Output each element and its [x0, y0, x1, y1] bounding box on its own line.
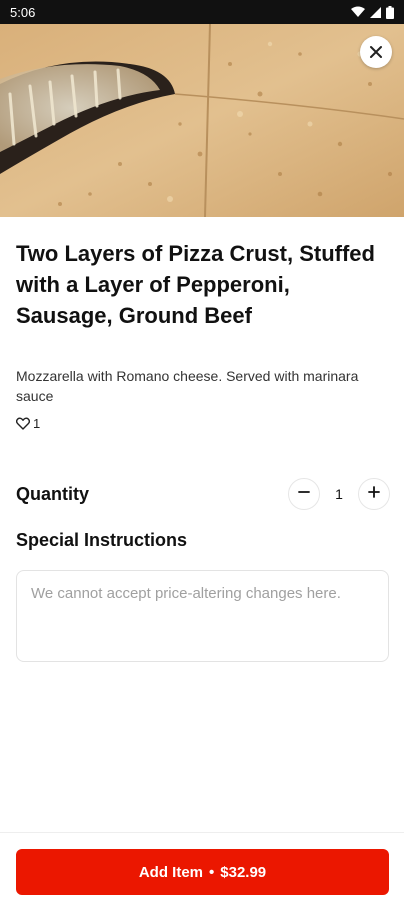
- battery-icon: [386, 5, 394, 19]
- close-icon: [369, 45, 383, 59]
- increment-button[interactable]: [358, 478, 390, 510]
- add-item-separator: •: [209, 863, 215, 881]
- add-item-button[interactable]: Add Item • $32.99: [16, 849, 389, 895]
- special-instructions-input[interactable]: [16, 570, 389, 662]
- pizza-crust-photo: [0, 24, 404, 217]
- heart-outline-icon: [16, 417, 30, 430]
- item-image: [0, 24, 404, 217]
- plus-icon: [368, 485, 380, 503]
- quantity-row: Quantity 1: [16, 478, 390, 510]
- close-button[interactable]: [360, 36, 392, 68]
- item-description: Mozzarella with Romano cheese. Served wi…: [16, 368, 359, 404]
- status-time: 5:06: [10, 4, 36, 20]
- quantity-stepper: 1: [288, 478, 390, 510]
- minus-icon: [298, 485, 310, 503]
- decrement-button[interactable]: [288, 478, 320, 510]
- special-instructions-label: Special Instructions: [16, 530, 188, 550]
- status-icons: [351, 5, 394, 19]
- like-count: 1: [33, 416, 41, 431]
- signal-icon: [370, 6, 381, 18]
- status-bar: 5:06: [0, 0, 404, 24]
- quantity-label: Quantity: [16, 483, 90, 504]
- add-item-label: Add Item: [138, 863, 203, 881]
- like-button[interactable]: 1: [16, 416, 40, 431]
- footer-bar: Add Item • $32.99: [0, 832, 404, 901]
- quantity-value: 1: [335, 486, 343, 502]
- wifi-icon: [351, 6, 365, 18]
- item-title: Two Layers of Pizza Crust, Stuffed with …: [16, 241, 375, 328]
- add-item-price: $32.99: [220, 863, 267, 881]
